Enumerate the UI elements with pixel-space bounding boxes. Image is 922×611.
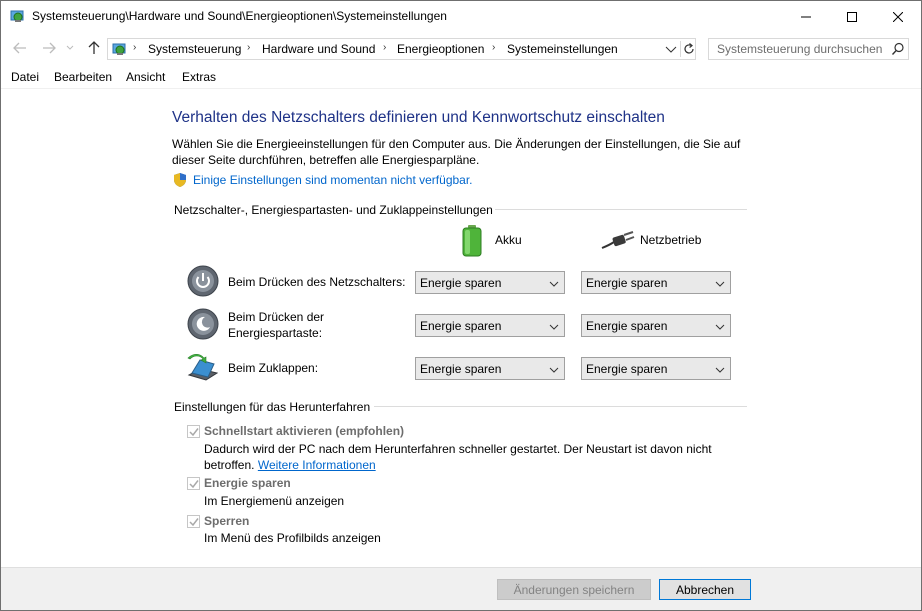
page-title: Verhalten des Netzschalters definieren u… bbox=[172, 109, 665, 126]
fast-startup-label: Schnellstart aktivieren (empfohlen) bbox=[204, 424, 405, 438]
recent-locations-chevron-icon[interactable] bbox=[64, 39, 76, 57]
section-divider bbox=[374, 406, 747, 407]
more-info-link[interactable]: Weitere Informationen bbox=[258, 458, 376, 472]
shutdown-section-title: Einstellungen für das Herunterfahren bbox=[174, 400, 377, 414]
button-bar: Änderungen speichern Abbrechen bbox=[1, 568, 921, 610]
sleep-button-label: Beim Drücken der Energiespartaste: bbox=[228, 310, 325, 340]
select-value: Energie sparen bbox=[420, 362, 502, 376]
lid-close-label: Beim Zuklappen: bbox=[228, 361, 319, 375]
power-button-label: Beim Drücken des Netzschalters: bbox=[228, 275, 406, 289]
breadcrumb-hardware-und-sound[interactable]: Hardware und Sound bbox=[262, 42, 375, 56]
lock-option-label: Sperren bbox=[204, 514, 250, 528]
menu-bearbeiten[interactable]: Bearbeiten bbox=[54, 70, 112, 84]
sleep-button-icon bbox=[187, 308, 219, 340]
search-placeholder: Systemsteuerung durchsuchen bbox=[717, 42, 883, 56]
select-value: Energie sparen bbox=[586, 276, 668, 290]
power-buttons-section-title: Netzschalter-, Energiespartasten- und Zu… bbox=[174, 203, 499, 217]
breadcrumb-energieoptionen[interactable]: Energieoptionen bbox=[397, 42, 484, 56]
power-button-icon bbox=[187, 265, 219, 297]
lock-option-description: Im Menü des Profilbilds anzeigen bbox=[204, 531, 381, 545]
cancel-button[interactable]: Abbrechen bbox=[659, 579, 751, 600]
power-plug-icon bbox=[601, 230, 635, 250]
search-icon[interactable] bbox=[891, 42, 905, 56]
breadcrumb-chevron-icon: › bbox=[247, 42, 251, 53]
unavailable-settings-link[interactable]: Einige Einstellungen sind momentan nicht… bbox=[193, 173, 473, 187]
maximize-button[interactable] bbox=[829, 1, 875, 32]
menu-extras[interactable]: Extras bbox=[182, 70, 216, 84]
minimize-button[interactable] bbox=[783, 1, 829, 32]
menu-bar: Datei Bearbeiten Ansicht Extras bbox=[1, 67, 921, 87]
window-title: Systemsteuerung\Hardware und Sound\Energ… bbox=[32, 9, 447, 23]
breadcrumb-chevron-icon: › bbox=[492, 42, 496, 53]
select-value: Energie sparen bbox=[586, 362, 668, 376]
chevron-down-icon bbox=[549, 364, 559, 374]
battery-column-header: Akku bbox=[495, 233, 522, 247]
lock-checkbox[interactable] bbox=[187, 515, 200, 528]
back-arrow-icon[interactable] bbox=[11, 39, 29, 57]
chevron-down-icon bbox=[549, 321, 559, 331]
menu-datei[interactable]: Datei bbox=[11, 70, 39, 84]
select-value: Energie sparen bbox=[420, 319, 502, 333]
breadcrumb-systemeinstellungen[interactable]: Systemeinstellungen bbox=[507, 42, 618, 56]
select-value: Energie sparen bbox=[586, 319, 668, 333]
lid-close-battery-select[interactable]: Energie sparen bbox=[415, 357, 565, 380]
menu-divider bbox=[1, 88, 921, 89]
up-arrow-icon[interactable] bbox=[85, 39, 103, 57]
save-changes-button[interactable]: Änderungen speichern bbox=[497, 579, 651, 600]
title-bar: Systemsteuerung\Hardware und Sound\Energ… bbox=[1, 1, 921, 32]
chevron-down-icon bbox=[715, 321, 725, 331]
sleep-button-battery-select[interactable]: Energie sparen bbox=[415, 314, 565, 337]
battery-icon bbox=[462, 225, 482, 257]
breadcrumb-chevron-icon: › bbox=[133, 42, 137, 53]
select-value: Energie sparen bbox=[420, 276, 502, 290]
lid-close-plugged-select[interactable]: Energie sparen bbox=[581, 357, 731, 380]
breadcrumb-systemsteuerung[interactable]: Systemsteuerung bbox=[148, 42, 241, 56]
close-button[interactable] bbox=[875, 1, 921, 32]
control-panel-window: Systemsteuerung\Hardware und Sound\Energ… bbox=[0, 0, 922, 611]
sleep-option-label: Energie sparen bbox=[204, 476, 291, 490]
sleep-option-description: Im Energiemenü anzeigen bbox=[204, 494, 345, 508]
plugged-in-column-header: Netzbetrieb bbox=[640, 233, 702, 247]
control-panel-icon bbox=[10, 8, 26, 24]
menu-ansicht[interactable]: Ansicht bbox=[126, 70, 165, 84]
control-panel-icon bbox=[112, 41, 128, 57]
power-button-battery-select[interactable]: Energie sparen bbox=[415, 271, 565, 294]
chevron-down-icon bbox=[549, 278, 559, 288]
breadcrumb-chevron-icon: › bbox=[383, 42, 387, 53]
address-bar[interactable]: › Systemsteuerung › Hardware und Sound ›… bbox=[107, 38, 696, 60]
chevron-down-icon bbox=[715, 278, 725, 288]
sleep-checkbox[interactable] bbox=[187, 477, 200, 490]
section-divider bbox=[495, 209, 747, 210]
fast-startup-checkbox[interactable] bbox=[187, 425, 200, 438]
forward-arrow-icon[interactable] bbox=[40, 39, 58, 57]
search-input[interactable]: Systemsteuerung durchsuchen bbox=[708, 38, 909, 60]
refresh-icon[interactable] bbox=[680, 41, 696, 57]
page-description: Wählen Sie die Energieeinstellungen für … bbox=[172, 137, 741, 167]
laptop-lid-icon bbox=[186, 351, 219, 383]
address-dropdown-icon[interactable] bbox=[664, 42, 678, 56]
sleep-button-plugged-select[interactable]: Energie sparen bbox=[581, 314, 731, 337]
chevron-down-icon bbox=[715, 364, 725, 374]
power-button-plugged-select[interactable]: Energie sparen bbox=[581, 271, 731, 294]
navigation-bar: › Systemsteuerung › Hardware und Sound ›… bbox=[1, 34, 921, 64]
fast-startup-description: Dadurch wird der PC nach dem Herunterfah… bbox=[204, 441, 734, 473]
uac-shield-icon bbox=[172, 172, 188, 188]
